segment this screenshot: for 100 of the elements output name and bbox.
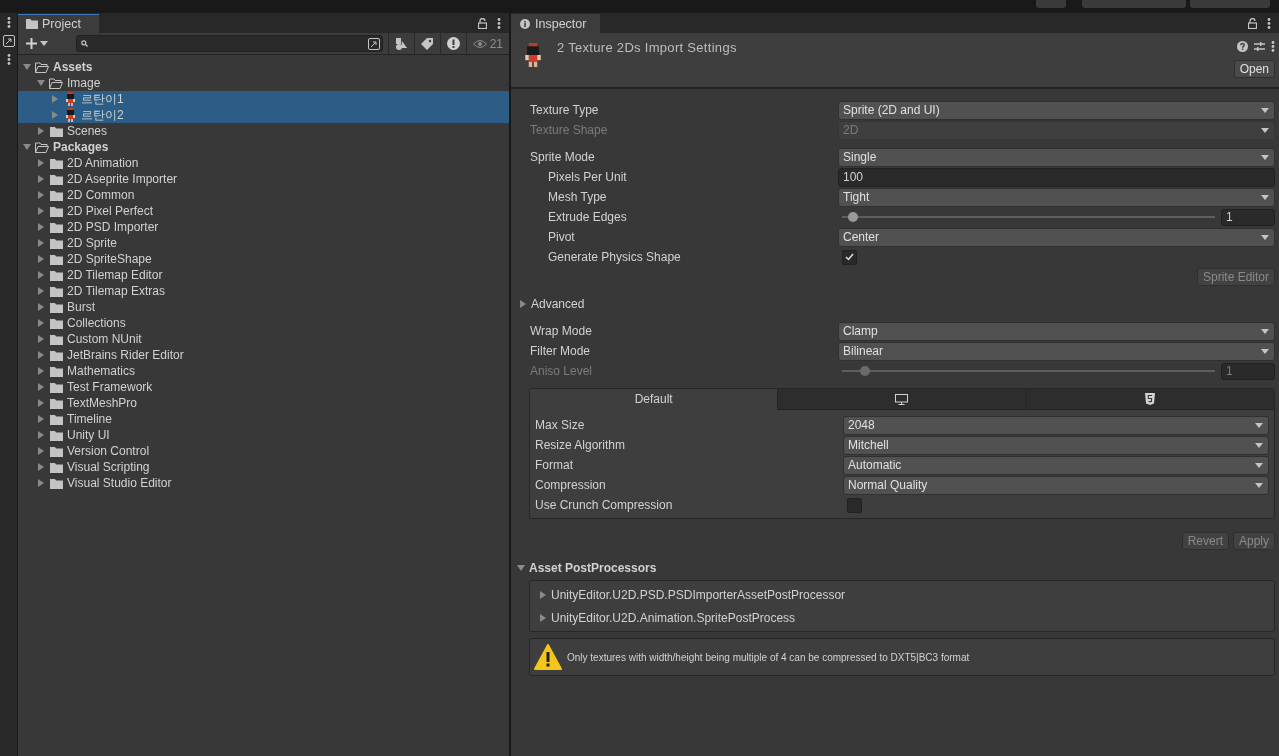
tree-item[interactable]: 2D Animation	[18, 155, 509, 171]
collapsed-arrow-icon[interactable]	[37, 175, 45, 183]
tree-item[interactable]: Assets	[18, 59, 509, 75]
tree-item[interactable]: 2D Common	[18, 187, 509, 203]
expanded-arrow-icon[interactable]	[23, 143, 31, 151]
collapsed-arrow-icon[interactable]	[37, 287, 45, 295]
eye-icon[interactable]	[472, 39, 487, 48]
tree-item[interactable]: 2D PSD Importer	[18, 219, 509, 235]
number-field[interactable]: 100	[838, 167, 1275, 187]
open-folder-icon	[49, 77, 63, 89]
tree-item[interactable]: 2D Sprite	[18, 235, 509, 251]
collapsed-arrow-icon[interactable]	[37, 255, 45, 263]
tree-item[interactable]: 2D SpriteShape	[18, 251, 509, 267]
collapsed-arrow-icon[interactable]	[51, 111, 59, 119]
collapsed-arrow-icon[interactable]	[37, 223, 45, 231]
menu-icon[interactable]	[1271, 41, 1275, 52]
tree-item[interactable]: Visual Scripting	[18, 459, 509, 475]
menu-icon[interactable]	[6, 54, 11, 65]
tree-item[interactable]: Mathematics	[18, 363, 509, 379]
checkbox[interactable]	[847, 497, 862, 513]
popout-icon[interactable]	[2, 35, 15, 47]
collapsed-arrow-icon[interactable]	[37, 271, 45, 279]
collapsed-arrow-icon[interactable]	[37, 463, 45, 471]
tree-item[interactable]: 2D Tilemap Editor	[18, 267, 509, 283]
tree-item[interactable]: Version Control	[18, 443, 509, 459]
tree-item[interactable]: 2D Aseprite Importer	[18, 171, 509, 187]
dropdown[interactable]: Bilinear	[838, 341, 1275, 361]
dropdown[interactable]: Clamp	[838, 321, 1275, 341]
collapsed-arrow-icon[interactable]	[37, 239, 45, 247]
collapsed-arrow-icon[interactable]	[539, 613, 547, 622]
folder-icon	[49, 221, 63, 233]
tree-item[interactable]: Scenes	[18, 123, 509, 139]
tree-item[interactable]: Burst	[18, 299, 509, 315]
checkbox[interactable]	[842, 249, 857, 265]
dropdown[interactable]: 2048	[843, 415, 1269, 435]
dropdown[interactable]: Single	[838, 147, 1275, 167]
menu-icon[interactable]	[1267, 17, 1271, 29]
collapsed-arrow-icon[interactable]	[37, 447, 45, 455]
tree-item[interactable]: JetBrains Rider Editor	[18, 347, 509, 363]
collapsed-arrow-icon[interactable]	[519, 300, 527, 308]
collapsed-arrow-icon[interactable]	[37, 431, 45, 439]
settings-icon[interactable]	[1254, 41, 1265, 52]
tree-item[interactable]: Visual Studio Editor	[18, 475, 509, 491]
collapsed-arrow-icon[interactable]	[37, 479, 45, 487]
caret-icon	[1261, 234, 1269, 240]
caret-icon	[1255, 442, 1263, 448]
dropdown[interactable]: Tight	[838, 187, 1275, 207]
collapsed-arrow-icon[interactable]	[37, 399, 45, 407]
number-field[interactable]: 1	[1221, 208, 1275, 226]
tree-item[interactable]: 2D Pixel Perfect	[18, 203, 509, 219]
popout-icon[interactable]	[368, 37, 380, 50]
dropdown[interactable]: Normal Quality	[843, 475, 1269, 495]
lock-icon[interactable]	[1248, 17, 1257, 29]
collapsed-arrow-icon[interactable]	[37, 367, 45, 375]
lock-icon[interactable]	[478, 17, 487, 29]
collapsed-arrow-icon[interactable]	[51, 95, 59, 103]
collapsed-arrow-icon[interactable]	[37, 335, 45, 343]
foldout[interactable]: Advanced	[519, 294, 1275, 314]
tree-item[interactable]: 르탄이2	[18, 107, 509, 123]
tree-item[interactable]: Custom NUnit	[18, 331, 509, 347]
dropdown[interactable]: Mitchell	[843, 435, 1269, 455]
dropdown[interactable]: Sprite (2D and UI)	[838, 100, 1275, 120]
tree-item[interactable]: Collections	[18, 315, 509, 331]
tree-item[interactable]: Packages	[18, 139, 509, 155]
tree-item[interactable]: TextMeshPro	[18, 395, 509, 411]
expanded-arrow-icon[interactable]	[37, 79, 45, 87]
collapsed-arrow-icon[interactable]	[37, 319, 45, 327]
caret-icon	[1255, 422, 1263, 428]
collapsed-arrow-icon[interactable]	[37, 351, 45, 359]
search-field[interactable]	[76, 35, 383, 52]
help-icon[interactable]	[1237, 41, 1248, 52]
post-processors-foldout[interactable]: Asset PostProcessors	[517, 559, 1275, 577]
tree-item[interactable]: Unity UI	[18, 427, 509, 443]
dropdown[interactable]: Automatic	[843, 455, 1269, 475]
post-processor-item[interactable]: UnityEditor.U2D.PSD.PSDImporterAssetPostProcessor	[539, 583, 1274, 606]
open-button[interactable]: Open	[1233, 60, 1275, 78]
panel-tab[interactable]: Inspector	[511, 14, 600, 33]
collapsed-arrow-icon[interactable]	[37, 415, 45, 423]
collapsed-arrow-icon[interactable]	[37, 191, 45, 199]
folder-icon	[49, 157, 63, 169]
slider-thumb[interactable]	[848, 212, 859, 222]
collapsed-arrow-icon[interactable]	[37, 207, 45, 215]
tree-item[interactable]: Timeline	[18, 411, 509, 427]
tree-item[interactable]: 2D Tilemap Extras	[18, 283, 509, 299]
character-icon	[523, 43, 543, 67]
collapsed-arrow-icon[interactable]	[37, 383, 45, 391]
expanded-arrow-icon[interactable]	[517, 564, 525, 572]
collapsed-arrow-icon[interactable]	[37, 127, 45, 135]
expanded-arrow-icon[interactable]	[23, 63, 31, 71]
collapsed-arrow-icon[interactable]	[37, 303, 45, 311]
post-processor-item[interactable]: UnityEditor.U2D.Animation.SpritePostProcess	[539, 606, 1274, 629]
collapsed-arrow-icon[interactable]	[539, 590, 547, 599]
collapsed-arrow-icon[interactable]	[37, 159, 45, 167]
tree-item[interactable]: 르탄이1	[18, 91, 509, 107]
tree-item[interactable]: Test Framework	[18, 379, 509, 395]
dropdown[interactable]: Center	[838, 227, 1275, 247]
menu-icon[interactable]	[6, 17, 11, 28]
panel-tab[interactable]: Project	[18, 14, 99, 33]
tree-item[interactable]: Image	[18, 75, 509, 91]
menu-icon[interactable]	[497, 17, 501, 29]
